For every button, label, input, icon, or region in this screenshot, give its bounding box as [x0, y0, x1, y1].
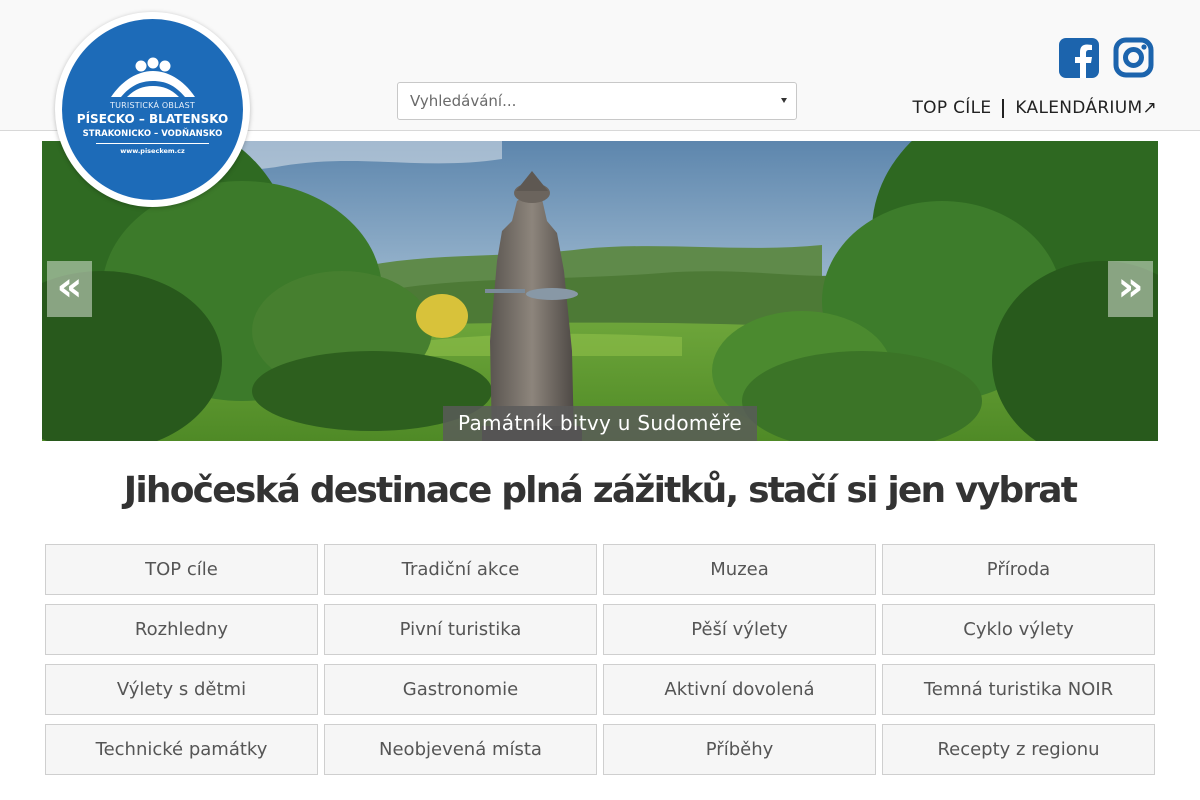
instagram-icon[interactable]	[1113, 37, 1154, 78]
category-tile[interactable]: Temná turistika NOIR	[882, 664, 1155, 715]
nav-top-cile[interactable]: TOP CÍLE	[912, 98, 991, 118]
search-select[interactable]: Vyhledávání...	[397, 82, 797, 120]
category-tile[interactable]: Cyklo výlety	[882, 604, 1155, 655]
slider-next-button[interactable]: »	[1108, 261, 1153, 317]
category-tile[interactable]: Gastronomie	[324, 664, 597, 715]
category-tile[interactable]: Příběhy	[603, 724, 876, 775]
category-tile[interactable]: Neobjevená místa	[324, 724, 597, 775]
category-tile[interactable]: Aktivní dovolená	[603, 664, 876, 715]
page-headline: Jihočeská destinace plná zážitků, stačí …	[123, 470, 1078, 511]
logo-divider	[96, 143, 209, 144]
facebook-icon[interactable]	[1059, 38, 1099, 78]
logo-line-1: TURISTICKÁ OBLAST	[110, 101, 195, 110]
site-logo[interactable]: TURISTICKÁ OBLAST PÍSECKO – BLATENSKO ST…	[55, 12, 250, 207]
category-grid: TOP cíle Tradiční akce Muzea Příroda Roz…	[45, 544, 1155, 775]
category-tile[interactable]: Pivní turistika	[324, 604, 597, 655]
category-tile[interactable]: Recepty z regionu	[882, 724, 1155, 775]
category-tile[interactable]: Muzea	[603, 544, 876, 595]
category-tile[interactable]: Příroda	[882, 544, 1155, 595]
category-tile[interactable]: Rozhledny	[45, 604, 318, 655]
top-navigation: TOP CÍLE KALENDÁRIUM↗	[912, 96, 1157, 120]
logo-line-3: STRAKONICKO – VODŇANSKO	[82, 129, 223, 139]
logo-emblem-icon	[111, 57, 195, 97]
logo-circle: TURISTICKÁ OBLAST PÍSECKO – BLATENSKO ST…	[62, 19, 243, 200]
category-tile[interactable]: Tradiční akce	[324, 544, 597, 595]
slider-prev-button[interactable]: «	[47, 261, 92, 317]
slide-caption: Památník bitvy u Sudoměře	[443, 406, 757, 441]
nav-separator	[1002, 98, 1005, 118]
logo-url: www.piseckem.cz	[120, 147, 185, 155]
logo-line-2: PÍSECKO – BLATENSKO	[76, 112, 229, 126]
category-tile[interactable]: Pěší výlety	[603, 604, 876, 655]
nav-kalendarium[interactable]: KALENDÁRIUM↗	[1015, 98, 1157, 118]
category-tile[interactable]: Technické památky	[45, 724, 318, 775]
category-tile[interactable]: TOP cíle	[45, 544, 318, 595]
category-tile[interactable]: Výlety s dětmi	[45, 664, 318, 715]
dropdown-arrow-icon	[781, 98, 787, 103]
search-placeholder: Vyhledávání...	[410, 92, 517, 110]
